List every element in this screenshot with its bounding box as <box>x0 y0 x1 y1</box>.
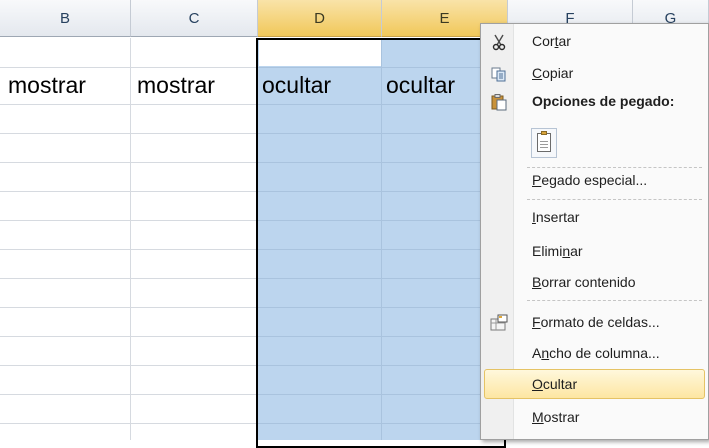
menu-separator <box>527 300 702 302</box>
row-line <box>258 365 508 366</box>
menu-label-paste-special: Pegado especial... <box>532 172 648 188</box>
row-line <box>258 307 508 308</box>
row-line <box>0 162 258 163</box>
paste-option-button[interactable] <box>531 128 557 158</box>
row-line <box>0 278 258 279</box>
format-cells-icon <box>490 314 508 332</box>
column-header-d[interactable]: D <box>258 0 382 37</box>
row-line <box>258 67 508 68</box>
column-header-b[interactable]: B <box>0 0 131 37</box>
row-line <box>0 336 258 337</box>
row-line <box>258 394 508 395</box>
menu-item-hide[interactable]: Ocultar <box>484 369 705 399</box>
column-header-c[interactable]: C <box>131 0 258 37</box>
menu-label-cut: Cortar <box>532 33 571 49</box>
row-line <box>0 220 258 221</box>
menu-item-column-width[interactable]: Ancho de columna... <box>484 340 705 367</box>
row-line <box>0 394 258 395</box>
row-line <box>258 220 508 221</box>
active-cell[interactable] <box>259 40 381 66</box>
row-line <box>0 365 258 366</box>
cell-d2[interactable]: ocultar <box>262 72 331 99</box>
row-line <box>0 191 258 192</box>
paste-icon <box>490 93 508 111</box>
row-line <box>258 278 508 279</box>
row-line <box>258 191 508 192</box>
row-line <box>258 249 508 250</box>
menu-item-unhide[interactable]: Mostrar <box>484 404 705 431</box>
scissors-icon <box>490 33 508 51</box>
menu-item-copy[interactable]: Copiar <box>484 60 705 87</box>
row-line <box>258 162 508 163</box>
menu-item-format-cells[interactable]: Formato de celdas... <box>484 309 705 336</box>
row-line <box>0 249 258 250</box>
row-line <box>258 133 508 134</box>
menu-label-column-width: Ancho de columna... <box>532 345 660 361</box>
menu-heading-paste-options: Opciones de pegado: <box>484 88 705 115</box>
row-line <box>0 67 258 68</box>
row-line <box>258 336 508 337</box>
menu-label-insert: Insertar <box>532 209 580 225</box>
row-line <box>258 423 508 424</box>
menu-label-copy: Copiar <box>532 65 574 81</box>
menu-item-delete[interactable]: Eliminar <box>484 238 705 265</box>
menu-item-insert[interactable]: Insertar <box>484 204 705 231</box>
row-line <box>258 104 508 105</box>
row-line <box>0 104 258 105</box>
menu-item-clear-contents[interactable]: Borrar contenido <box>484 269 705 296</box>
menu-label-unhide: Mostrar <box>532 409 580 425</box>
menu-label-format-cells: Formato de celdas... <box>532 314 660 330</box>
clipboard-icon <box>537 131 551 152</box>
row-line <box>0 423 258 424</box>
copy-icon <box>490 65 508 83</box>
menu-label-clear-contents: Borrar contenido <box>532 274 636 290</box>
row-line <box>0 307 258 308</box>
row-line <box>0 133 258 134</box>
menu-label-delete: Eliminar <box>532 243 583 259</box>
menu-label-hide: Ocultar <box>532 376 578 392</box>
menu-item-paste-special[interactable]: Pegado especial... <box>484 167 705 194</box>
menu-item-cut[interactable]: Cortar <box>484 28 705 55</box>
cell-c2[interactable]: mostrar <box>137 72 215 99</box>
menu-separator <box>527 199 702 201</box>
cell-b2[interactable]: mostrar <box>8 72 86 99</box>
menu-label-paste-options: Opciones de pegado: <box>532 93 675 109</box>
cell-e2[interactable]: ocultar <box>386 72 455 99</box>
context-menu: Cortar Copiar Opciones de pegado: Pegado… <box>480 23 709 440</box>
